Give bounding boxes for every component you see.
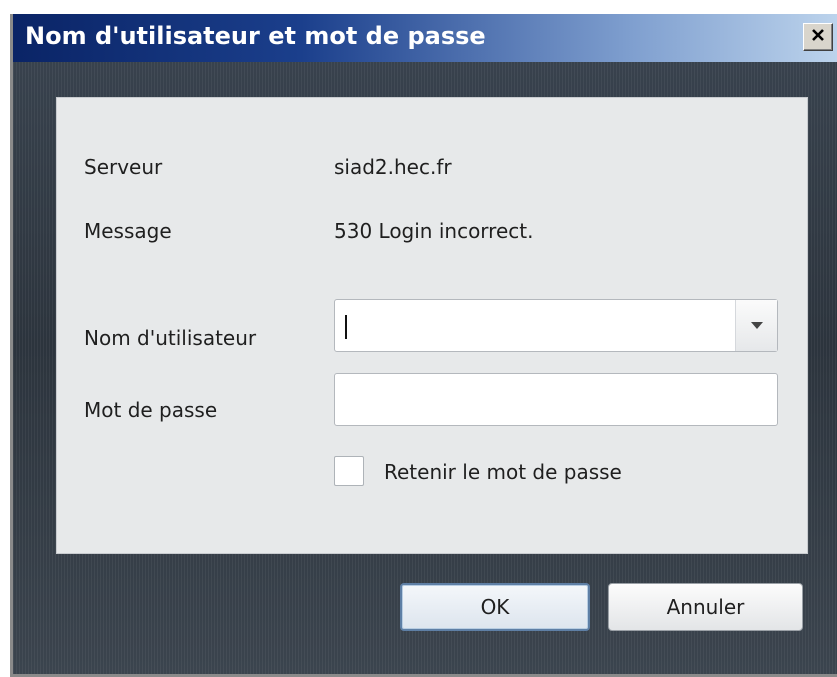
username-combobox[interactable]: [334, 299, 778, 352]
password-label: Mot de passe: [84, 398, 218, 422]
close-button[interactable]: [803, 23, 833, 51]
password-field[interactable]: [334, 373, 778, 426]
login-dialog: Nom d'utilisateur et mot de passe Serveu…: [10, 14, 837, 677]
top-strip: [0, 0, 837, 14]
username-dropdown-button[interactable]: [735, 300, 777, 351]
text-caret: [345, 315, 347, 339]
message-value: 530 Login incorrect.: [334, 219, 534, 243]
chevron-down-icon: [750, 322, 763, 329]
message-label: Message: [84, 219, 172, 243]
credentials-panel: Serveur siad2.hec.fr Message 530 Login i…: [56, 97, 808, 554]
remember-password-checkbox[interactable]: [334, 456, 364, 486]
server-value: siad2.hec.fr: [334, 155, 452, 179]
dialog-title: Nom d'utilisateur et mot de passe: [25, 22, 486, 50]
remember-password-label[interactable]: Retenir le mot de passe: [384, 460, 622, 484]
ok-button[interactable]: OK: [400, 583, 590, 631]
username-label: Nom d'utilisateur: [84, 326, 257, 350]
close-icon: [810, 27, 826, 48]
title-bar[interactable]: Nom d'utilisateur et mot de passe: [13, 14, 837, 62]
server-label: Serveur: [84, 155, 163, 179]
cancel-button[interactable]: Annuler: [608, 583, 803, 631]
